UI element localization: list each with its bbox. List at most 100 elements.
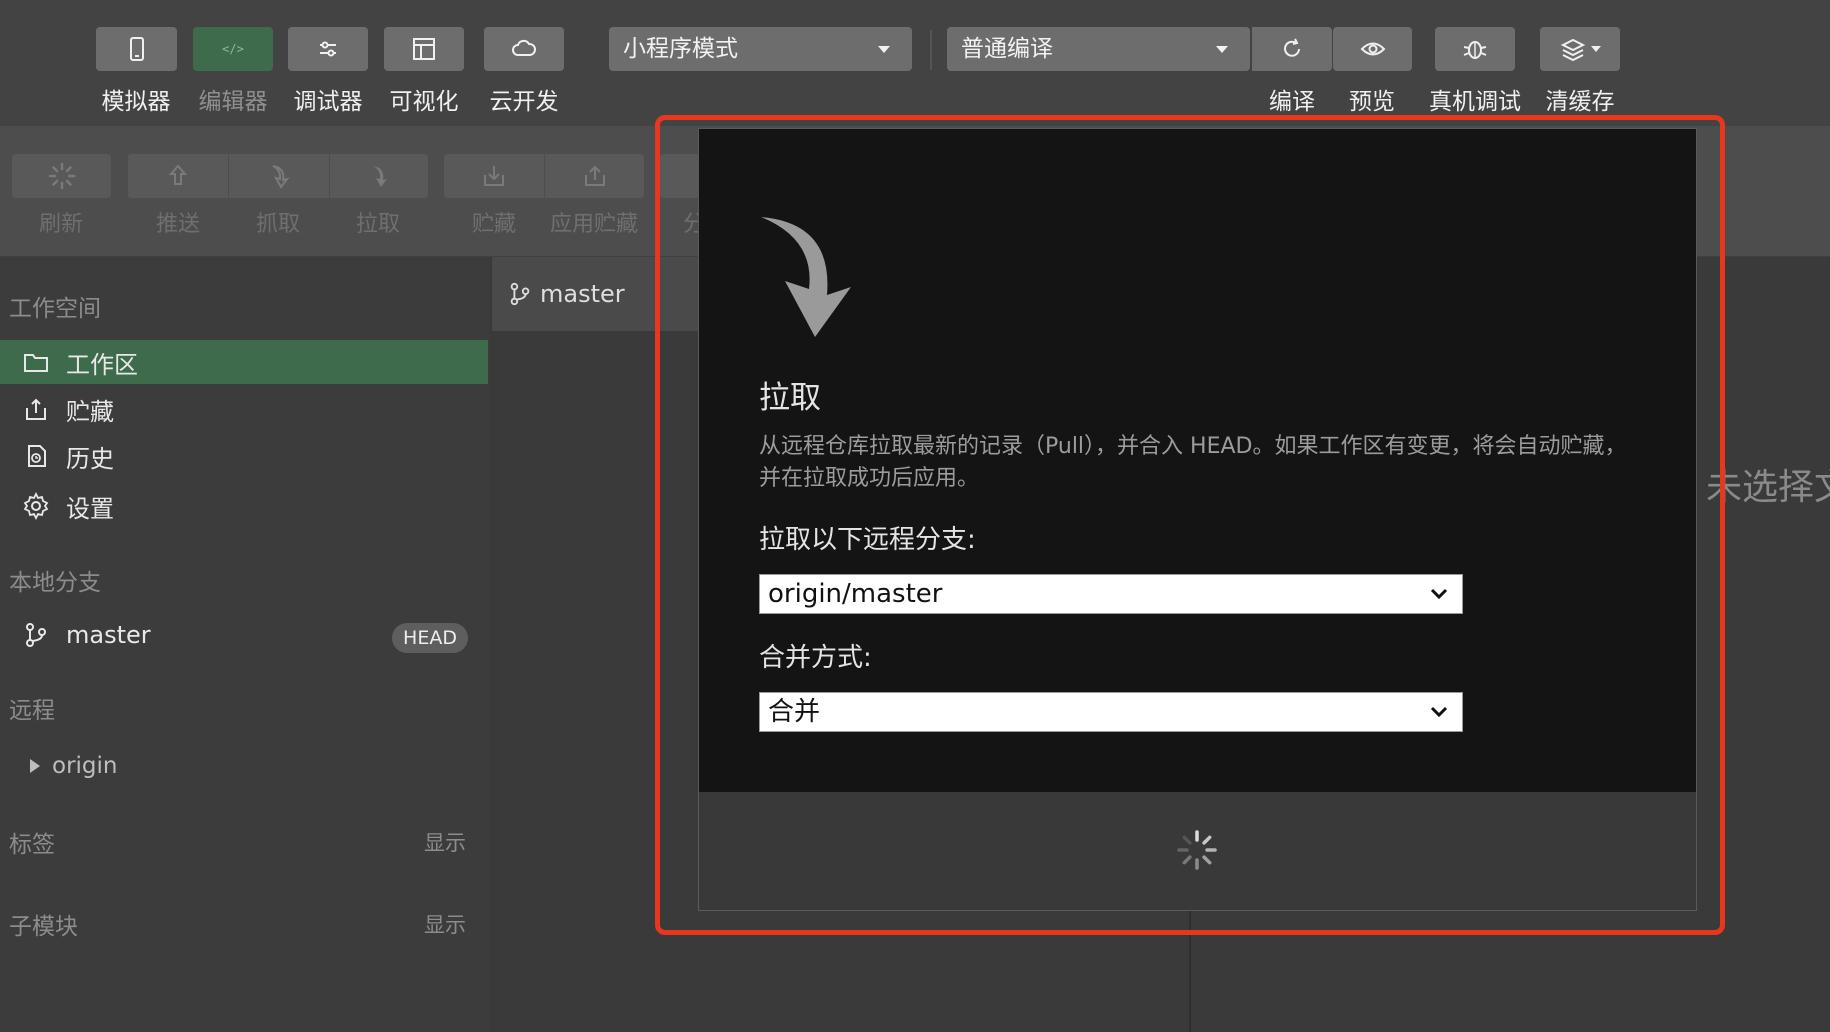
submodules-show-link[interactable]: 显示 — [424, 909, 466, 939]
layout-icon — [413, 38, 435, 60]
visual-label: 可视化 — [389, 89, 459, 115]
head-badge: HEAD — [392, 623, 468, 653]
push-button[interactable] — [128, 154, 228, 198]
debugger-button[interactable] — [288, 27, 368, 71]
clear-cache-button[interactable] — [1540, 27, 1620, 71]
svg-text:</>: </> — [222, 42, 244, 56]
editor-label: 编辑器 — [198, 89, 268, 115]
tags-show-link[interactable]: 显示 — [424, 827, 466, 857]
bug-icon — [1463, 41, 1487, 59]
local-branches-section-title: 本地分支 — [9, 570, 101, 596]
folder-icon — [24, 354, 48, 372]
chevron-down-icon — [1591, 46, 1601, 52]
compile-label: 编译 — [1269, 89, 1315, 115]
phone-icon — [129, 37, 144, 61]
loading-spinner-icon — [1177, 830, 1217, 870]
workspace-section-title: 工作空间 — [9, 296, 101, 322]
top-toolbar: 模拟器 </> 编辑器 调试器 可视化 云开发 小程序模式 普通编译 编译 预览… — [0, 0, 1830, 126]
submodules-section-title: 子模块 — [9, 914, 78, 940]
editor-button[interactable]: </> — [193, 27, 273, 71]
visual-button[interactable] — [384, 27, 464, 71]
stash-label: 贮藏 — [471, 212, 517, 237]
clear-cache-label: 清缓存 — [1545, 89, 1615, 115]
branch-icon — [26, 623, 46, 647]
toolbar-divider — [930, 30, 932, 70]
merge-mode-label: 合并方式: — [759, 643, 872, 673]
sidebar-item-label: 历史 — [66, 444, 114, 473]
sidebar-item-label: master — [66, 621, 151, 649]
refresh-icon — [1284, 38, 1300, 57]
sidebar-item-label: 贮藏 — [66, 397, 114, 426]
fetch-button[interactable] — [229, 154, 329, 198]
branch-button-partial[interactable] — [660, 154, 700, 198]
mode-select[interactable]: 小程序模式 — [609, 27, 912, 71]
sidebar: 工作空间 工作区 贮藏 历史 设置 本地分支 master HEAD 远程 or… — [0, 257, 490, 1032]
compile-select-value: 普通编译 — [961, 36, 1053, 62]
push-icon — [168, 164, 188, 185]
sidebar-item-workspace[interactable]: 工作区 — [0, 340, 488, 384]
stash-icon — [484, 166, 504, 186]
preview-button[interactable] — [1333, 27, 1412, 71]
branch-tab-label: master — [540, 280, 625, 308]
real-device-debug-label: 真机调试 — [1429, 89, 1521, 115]
real-device-debug-button[interactable] — [1435, 27, 1515, 71]
branch-tab-master[interactable]: master — [492, 257, 707, 331]
chevron-right-icon — [30, 759, 40, 773]
remote-section-title: 远程 — [9, 698, 55, 724]
empty-state-text: 未选择文 — [1706, 467, 1830, 508]
sidebar-item-label: 工作区 — [66, 350, 138, 379]
chevron-down-icon — [1430, 706, 1448, 718]
compile-select[interactable]: 普通编译 — [947, 27, 1250, 71]
dialog-description: 从远程仓库拉取最新的记录（Pull），并合入 HEAD。如果工作区有变更，将会自… — [759, 434, 1627, 491]
refresh-label: 刷新 — [38, 212, 84, 237]
preview-label: 预览 — [1349, 89, 1395, 115]
chevron-down-icon — [1216, 46, 1228, 53]
merge-mode-select-value: 合并 — [768, 697, 821, 727]
layers-icon — [1560, 38, 1586, 62]
apply-stash-icon — [584, 165, 605, 186]
stash-icon — [26, 398, 46, 420]
pull-label: 拉取 — [355, 212, 401, 237]
chevron-down-icon — [878, 46, 890, 53]
cloud-label: 云开发 — [489, 89, 559, 115]
cloud-button[interactable] — [484, 27, 564, 71]
remote-origin-label: origin — [52, 753, 118, 779]
merge-mode-select[interactable]: 合并 — [759, 692, 1463, 732]
sliders-icon — [320, 41, 336, 57]
simulator-label: 模拟器 — [101, 89, 171, 115]
simulator-button[interactable] — [96, 27, 177, 71]
compile-button[interactable] — [1252, 27, 1332, 71]
dialog-footer — [699, 792, 1696, 910]
apply-stash-label: 应用贮藏 — [549, 212, 639, 237]
remote-origin-item[interactable]: origin — [30, 753, 118, 779]
sidebar-item-stash[interactable]: 贮藏 — [0, 387, 488, 431]
sidebar-item-history[interactable]: 历史 — [0, 434, 488, 478]
cloud-icon — [512, 39, 536, 56]
eye-icon — [1360, 42, 1385, 56]
history-icon — [28, 445, 46, 467]
branch-icon — [510, 282, 530, 306]
remote-branch-select[interactable]: origin/master — [759, 574, 1463, 614]
debugger-label: 调试器 — [293, 89, 363, 115]
refresh-button[interactable] — [12, 154, 111, 198]
pane-divider[interactable] — [1189, 910, 1191, 1032]
push-label: 推送 — [155, 212, 201, 237]
gear-icon — [23, 492, 49, 520]
pull-icon — [761, 217, 851, 337]
mode-select-value: 小程序模式 — [623, 36, 738, 62]
pull-icon — [373, 166, 387, 187]
fetch-label: 抓取 — [255, 212, 301, 237]
fetch-icon — [272, 165, 290, 189]
pull-button[interactable] — [330, 154, 428, 198]
tags-section-title: 标签 — [9, 832, 55, 858]
stash-button[interactable] — [444, 154, 544, 198]
sidebar-item-settings[interactable]: 设置 — [0, 484, 488, 528]
sidebar-item-label: 设置 — [66, 494, 114, 523]
code-icon: </> — [222, 42, 244, 56]
pull-dialog: 拉取 从远程仓库拉取最新的记录（Pull），并合入 HEAD。如果工作区有变更，… — [698, 128, 1697, 911]
dialog-title: 拉取 — [759, 380, 821, 416]
apply-stash-button[interactable] — [545, 154, 644, 198]
chevron-down-icon — [1430, 588, 1448, 600]
spinner-icon — [48, 162, 75, 190]
remote-branch-label: 拉取以下远程分支: — [759, 525, 976, 555]
